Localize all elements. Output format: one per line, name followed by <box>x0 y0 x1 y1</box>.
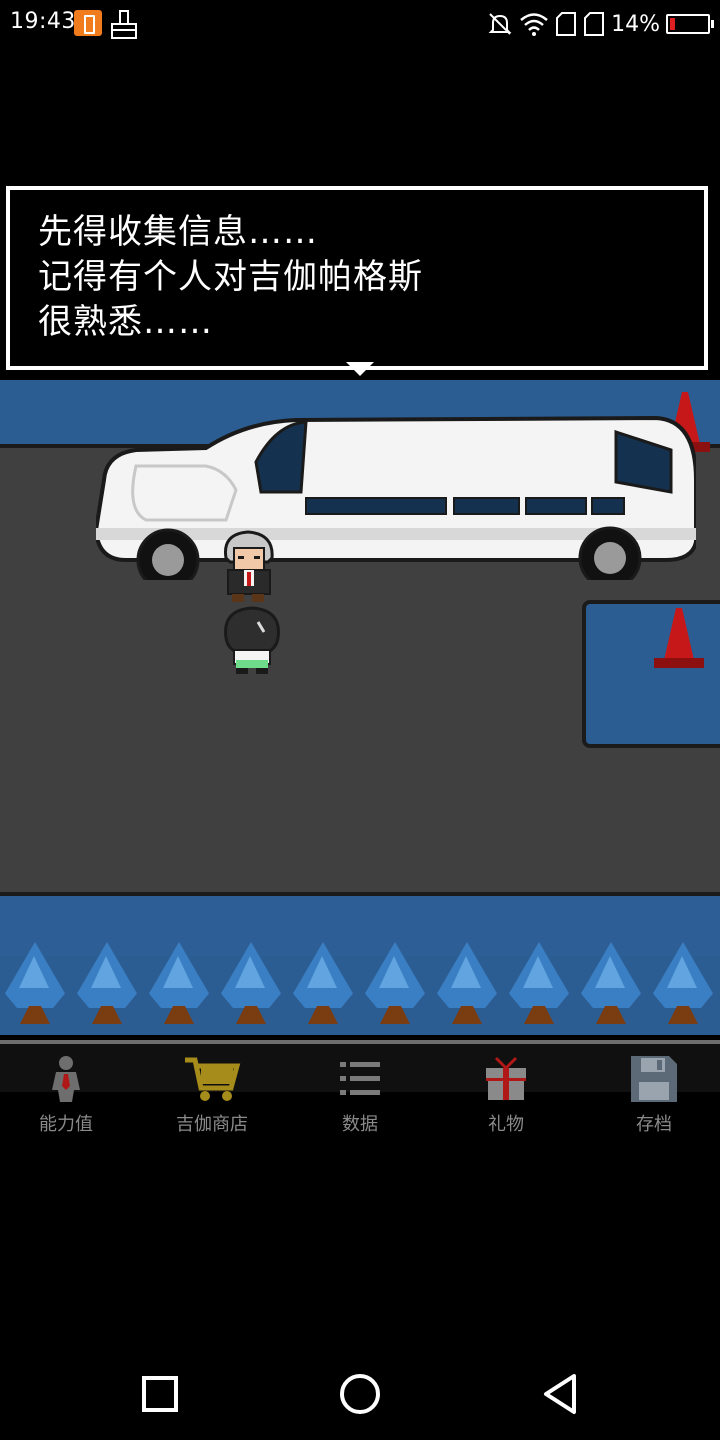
game-scene[interactable] <box>0 380 720 1035</box>
dialog-text: 先得收集信息…… 记得有个人对吉伽帕格斯 很熟悉…… <box>38 212 423 342</box>
home-icon[interactable] <box>336 1370 384 1418</box>
menu-data-label: 数据 <box>342 1114 378 1135</box>
menu-stats-label: 能力值 <box>39 1114 93 1135</box>
bell-muted-icon <box>488 13 512 35</box>
menu-shop-label: 吉伽商店 <box>176 1114 248 1135</box>
brush-icon <box>111 10 137 39</box>
status-bar: 19:43 14% <box>0 0 720 48</box>
menu-data-button[interactable]: 数据 <box>290 1054 430 1144</box>
person-stats-icon <box>52 1056 80 1102</box>
traffic-cone <box>654 608 704 670</box>
sim2-icon <box>584 12 605 36</box>
tree-row <box>0 932 720 1035</box>
back-icon[interactable] <box>536 1370 584 1418</box>
player-character[interactable] <box>220 602 284 676</box>
menu-save-button[interactable]: 存档 <box>584 1054 720 1144</box>
game-menu: 能力值 吉伽商店 数据 礼物 存档 <box>0 1040 720 1144</box>
battery-saver-icon <box>74 10 102 36</box>
list-icon <box>340 1062 380 1095</box>
menu-stats-button[interactable]: 能力值 <box>0 1054 136 1144</box>
status-time: 19:43 <box>10 9 76 34</box>
wifi-icon <box>520 13 548 36</box>
sim1-icon <box>556 12 577 36</box>
battery-percent: 14% <box>611 11 660 37</box>
battery-icon <box>666 14 714 34</box>
continue-arrow-icon <box>346 362 374 376</box>
recent-apps-icon[interactable] <box>136 1370 184 1418</box>
old-man-character[interactable] <box>218 528 280 604</box>
save-disk-icon <box>631 1056 677 1102</box>
menu-shop-button[interactable]: 吉伽商店 <box>142 1054 282 1144</box>
gift-icon <box>486 1056 526 1100</box>
navigation-bar <box>0 1345 720 1440</box>
menu-gift-button[interactable]: 礼物 <box>436 1054 576 1144</box>
dialog-box[interactable]: 先得收集信息…… 记得有个人对吉伽帕格斯 很熟悉…… <box>6 186 708 376</box>
menu-save-label: 存档 <box>636 1114 672 1135</box>
menu-gift-label: 礼物 <box>488 1114 524 1135</box>
white-limousine <box>96 415 696 580</box>
shopping-cart-icon <box>185 1057 241 1101</box>
